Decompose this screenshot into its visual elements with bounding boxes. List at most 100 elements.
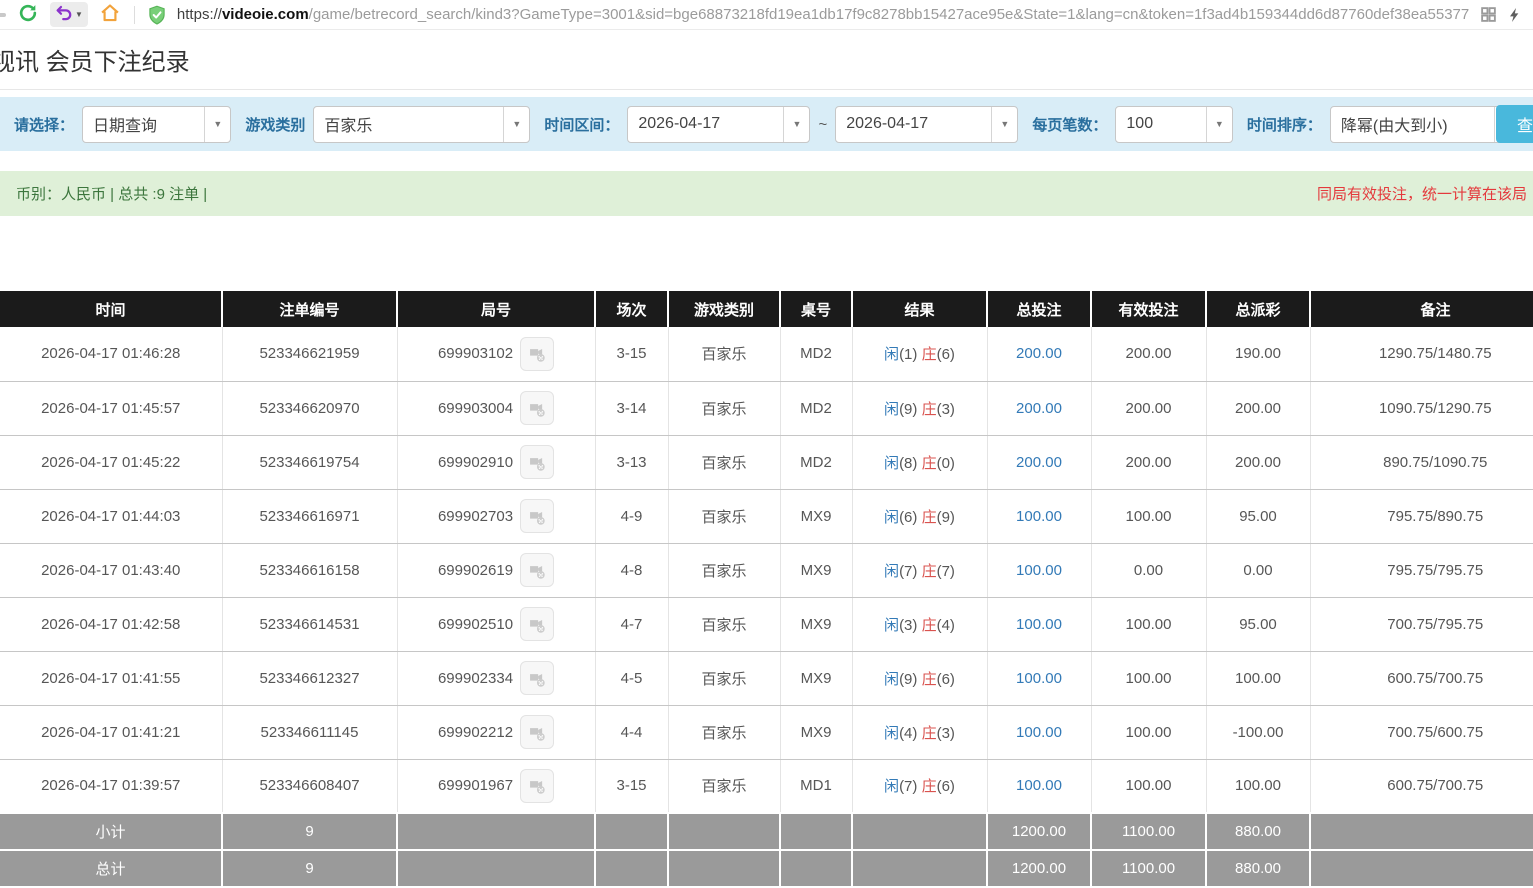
column-header: 桌号 xyxy=(780,291,852,327)
chevron-down-icon[interactable]: ▼ xyxy=(1206,107,1232,142)
date-to-select[interactable]: 2026-04-17 ▼ xyxy=(835,106,1018,143)
cell-time: 2026-04-17 01:41:21 xyxy=(0,705,222,759)
video-replay-button[interactable] xyxy=(520,445,554,479)
cell-bet-id: 523346616971 xyxy=(222,489,397,543)
query-type-select[interactable]: 日期查询 ▼ xyxy=(82,106,231,143)
footer-count: 9 xyxy=(222,813,397,850)
toolbar-divider xyxy=(134,6,135,24)
cell-game-type: 百家乐 xyxy=(668,651,780,705)
video-replay-button[interactable] xyxy=(520,337,554,371)
cell-table-code: MD2 xyxy=(780,435,852,489)
total-bet-link[interactable]: 200.00 xyxy=(1016,454,1062,471)
video-replay-button[interactable] xyxy=(520,661,554,695)
chevron-down-icon[interactable]: ▼ xyxy=(503,107,529,142)
cell-round: 699902619 xyxy=(397,543,595,597)
cell-remark: 700.75/795.75 xyxy=(1310,597,1533,651)
total-bet-link[interactable]: 100.00 xyxy=(1016,777,1062,794)
cell-bet-id: 523346619754 xyxy=(222,435,397,489)
cell-valid-bet: 200.00 xyxy=(1091,435,1206,489)
home-icon xyxy=(100,3,120,26)
cell-payout: 200.00 xyxy=(1206,381,1310,435)
cell-total-bet: 100.00 xyxy=(987,651,1091,705)
cell-payout: 95.00 xyxy=(1206,489,1310,543)
cell-round: 699901967 xyxy=(397,759,595,813)
cell-session: 4-7 xyxy=(595,597,668,651)
summary-bar: 币别：人民币 | 总共 :9 注单 | 同局有效投注，统一计算在该局 xyxy=(0,171,1533,216)
cell-game-type: 百家乐 xyxy=(668,597,780,651)
url-bar[interactable]: https://videoie.com/game/betrecord_searc… xyxy=(177,6,1470,23)
cell-total-bet: 100.00 xyxy=(987,543,1091,597)
chevron-down-icon[interactable]: ▼ xyxy=(204,107,230,142)
cell-payout: 100.00 xyxy=(1206,651,1310,705)
cell-round: 699903004 xyxy=(397,381,595,435)
cell-payout: 100.00 xyxy=(1206,759,1310,813)
chevron-down-icon[interactable]: ▼ xyxy=(783,107,809,142)
home-button[interactable] xyxy=(98,1,122,28)
total-bet-link[interactable]: 200.00 xyxy=(1016,345,1062,362)
video-replay-button[interactable] xyxy=(520,715,554,749)
cell-remark: 890.75/1090.75 xyxy=(1310,435,1533,489)
cell-round: 699902334 xyxy=(397,651,595,705)
video-replay-button[interactable] xyxy=(520,607,554,641)
lightning-icon[interactable] xyxy=(1507,6,1523,24)
total-bet-link[interactable]: 100.00 xyxy=(1016,670,1062,687)
time-range-label: 时间区间： xyxy=(544,114,619,135)
table-row: 2026-04-17 01:45:57523346620970699903004… xyxy=(0,381,1533,435)
sort-order-select[interactable]: 降幂(由大到小) ▼ xyxy=(1330,106,1521,143)
video-icon xyxy=(527,722,548,743)
page-size-select[interactable]: 100 ▼ xyxy=(1115,106,1232,143)
cell-valid-bet: 0.00 xyxy=(1091,543,1206,597)
undo-button[interactable]: ▼ xyxy=(50,2,88,27)
total-bet-link[interactable]: 200.00 xyxy=(1016,400,1062,417)
total-bet-link[interactable]: 100.00 xyxy=(1016,724,1062,741)
cell-round: 699902212 xyxy=(397,705,595,759)
sort-order-label: 时间排序： xyxy=(1247,114,1322,135)
cell-session: 3-14 xyxy=(595,381,668,435)
cell-total-bet: 100.00 xyxy=(987,759,1091,813)
cell-payout: 0.00 xyxy=(1206,543,1310,597)
cell-remark: 700.75/600.75 xyxy=(1310,705,1533,759)
chevron-down-icon[interactable]: ▼ xyxy=(991,107,1017,142)
total-bet-link[interactable]: 100.00 xyxy=(1016,508,1062,525)
cell-result: 闲(6) 庄(9) xyxy=(852,489,987,543)
cell-table-code: MX9 xyxy=(780,489,852,543)
url-scheme: https:// xyxy=(177,6,222,23)
game-type-select[interactable]: 百家乐 ▼ xyxy=(313,106,530,143)
total-bet-link[interactable]: 100.00 xyxy=(1016,616,1062,633)
cell-time: 2026-04-17 01:41:55 xyxy=(0,651,222,705)
column-header: 总投注 xyxy=(987,291,1091,327)
column-header: 游戏类别 xyxy=(668,291,780,327)
cell-session: 3-15 xyxy=(595,759,668,813)
cell-table-code: MD2 xyxy=(780,381,852,435)
refresh-button[interactable] xyxy=(16,1,40,28)
cell-payout: 95.00 xyxy=(1206,597,1310,651)
video-replay-button[interactable] xyxy=(520,769,554,803)
video-replay-button[interactable] xyxy=(520,499,554,533)
cell-session: 4-9 xyxy=(595,489,668,543)
date-from-select[interactable]: 2026-04-17 ▼ xyxy=(627,106,810,143)
cell-round: 699902510 xyxy=(397,597,595,651)
cell-time: 2026-04-17 01:43:40 xyxy=(0,543,222,597)
video-replay-button[interactable] xyxy=(520,553,554,587)
game-type-label: 游戏类别 xyxy=(245,114,305,135)
title-bar: 视讯 会员下注纪录 xyxy=(0,30,1533,90)
footer-payout: 880.00 xyxy=(1206,850,1310,887)
cell-total-bet: 100.00 xyxy=(987,597,1091,651)
query-type-label: 请选择： xyxy=(14,114,74,135)
cell-total-bet: 200.00 xyxy=(987,381,1091,435)
cell-session: 4-4 xyxy=(595,705,668,759)
qr-code-icon[interactable] xyxy=(1480,6,1497,23)
cell-table-code: MX9 xyxy=(780,543,852,597)
total-bet-link[interactable]: 100.00 xyxy=(1016,562,1062,579)
currency-total-text: 币别：人民币 | 总共 :9 注单 | xyxy=(16,183,207,204)
date-range-separator: ~ xyxy=(818,116,827,133)
security-shield-icon[interactable] xyxy=(147,5,167,25)
cell-bet-id: 523346616158 xyxy=(222,543,397,597)
column-header: 有效投注 xyxy=(1091,291,1206,327)
search-button[interactable]: 查询 xyxy=(1496,105,1533,143)
video-replay-button[interactable] xyxy=(520,391,554,425)
table-row: 2026-04-17 01:41:21523346611145699902212… xyxy=(0,705,1533,759)
cell-total-bet: 200.00 xyxy=(987,435,1091,489)
table-row: 2026-04-17 01:42:58523346614531699902510… xyxy=(0,597,1533,651)
video-icon xyxy=(527,343,548,364)
